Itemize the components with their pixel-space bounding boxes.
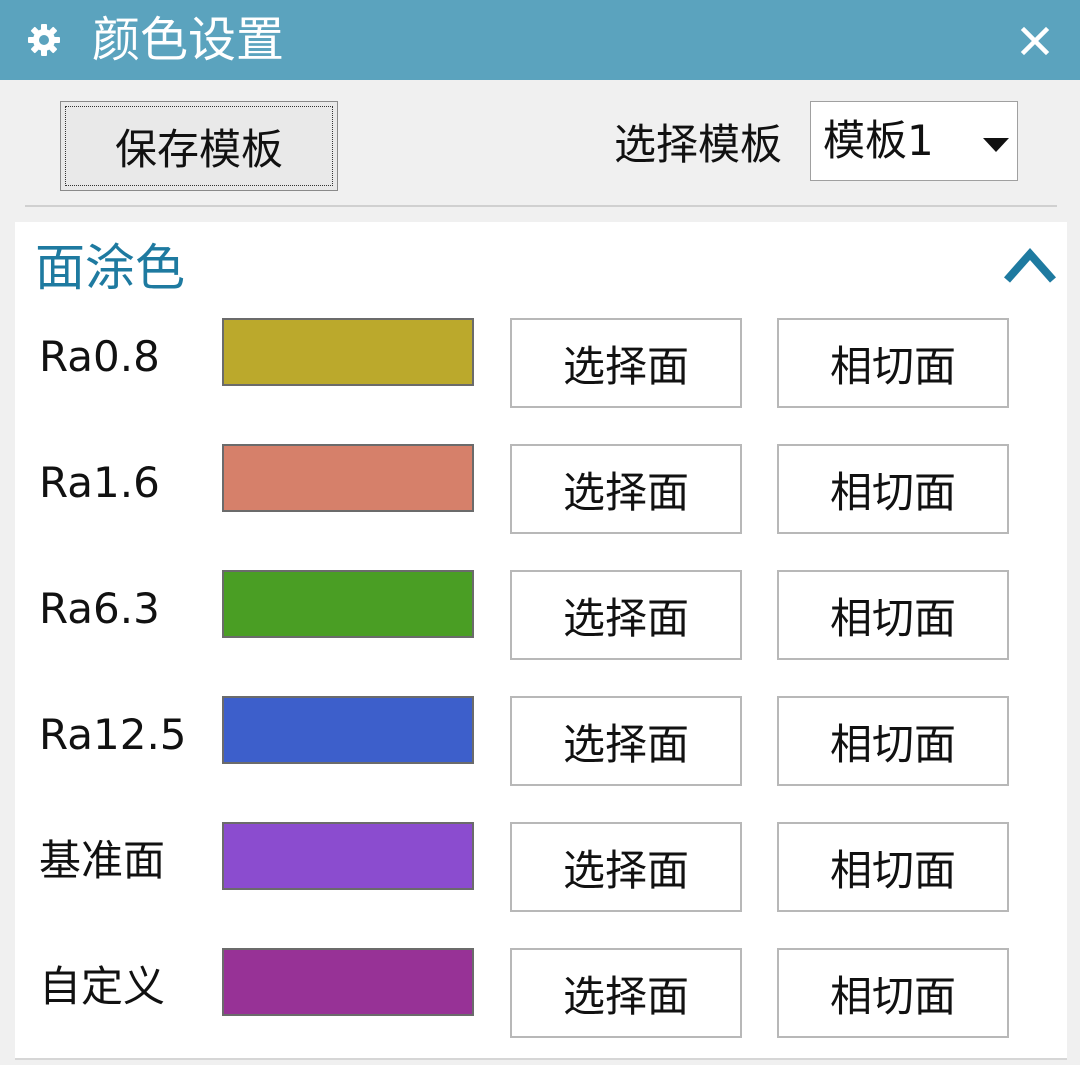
template-select-value: 模板1 <box>823 116 934 165</box>
select-face-button[interactable]: 选择面 <box>510 948 742 1038</box>
tangent-face-button[interactable]: 相切面 <box>777 318 1009 408</box>
title-bar: 颜色设置 <box>0 0 1080 80</box>
save-template-label: 保存模板 <box>114 124 283 174</box>
divider <box>25 205 1057 207</box>
select-face-button[interactable]: 选择面 <box>510 318 742 408</box>
row-label: Ra0.8 <box>39 332 160 381</box>
color-swatch[interactable] <box>222 822 474 890</box>
window-title: 颜色设置 <box>92 12 285 68</box>
row-label: Ra1.6 <box>39 458 160 507</box>
row-label: 基准面 <box>39 836 166 885</box>
template-select[interactable]: 模板1 <box>810 101 1018 181</box>
row-label: Ra6.3 <box>39 584 160 633</box>
tangent-face-button[interactable]: 相切面 <box>777 948 1009 1038</box>
gear-icon <box>28 24 60 56</box>
tangent-face-button[interactable]: 相切面 <box>777 696 1009 786</box>
color-swatch[interactable] <box>222 696 474 764</box>
color-swatch[interactable] <box>222 444 474 512</box>
select-face-button[interactable]: 选择面 <box>510 822 742 912</box>
row-label: 自定义 <box>39 962 166 1011</box>
color-swatch[interactable] <box>222 318 474 386</box>
save-template-button[interactable]: 保存模板 <box>60 101 338 191</box>
color-swatch[interactable] <box>222 570 474 638</box>
select-face-button[interactable]: 选择面 <box>510 444 742 534</box>
template-label: 选择模板 <box>614 120 783 169</box>
color-swatch[interactable] <box>222 948 474 1016</box>
close-icon <box>1020 26 1050 56</box>
close-button[interactable] <box>1010 16 1060 66</box>
collapse-icon[interactable] <box>1003 246 1057 286</box>
row-label: Ra12.5 <box>39 710 187 759</box>
face-color-group: 面涂色 Ra0.8 选择面 相切面 Ra1.6 选择面 相切面 Ra6.3 选择… <box>15 222 1067 1060</box>
dropdown-arrow-icon <box>983 138 1009 152</box>
tangent-face-button[interactable]: 相切面 <box>777 822 1009 912</box>
group-title: 面涂色 <box>35 239 185 297</box>
select-face-button[interactable]: 选择面 <box>510 696 742 786</box>
tangent-face-button[interactable]: 相切面 <box>777 570 1009 660</box>
tangent-face-button[interactable]: 相切面 <box>777 444 1009 534</box>
select-face-button[interactable]: 选择面 <box>510 570 742 660</box>
